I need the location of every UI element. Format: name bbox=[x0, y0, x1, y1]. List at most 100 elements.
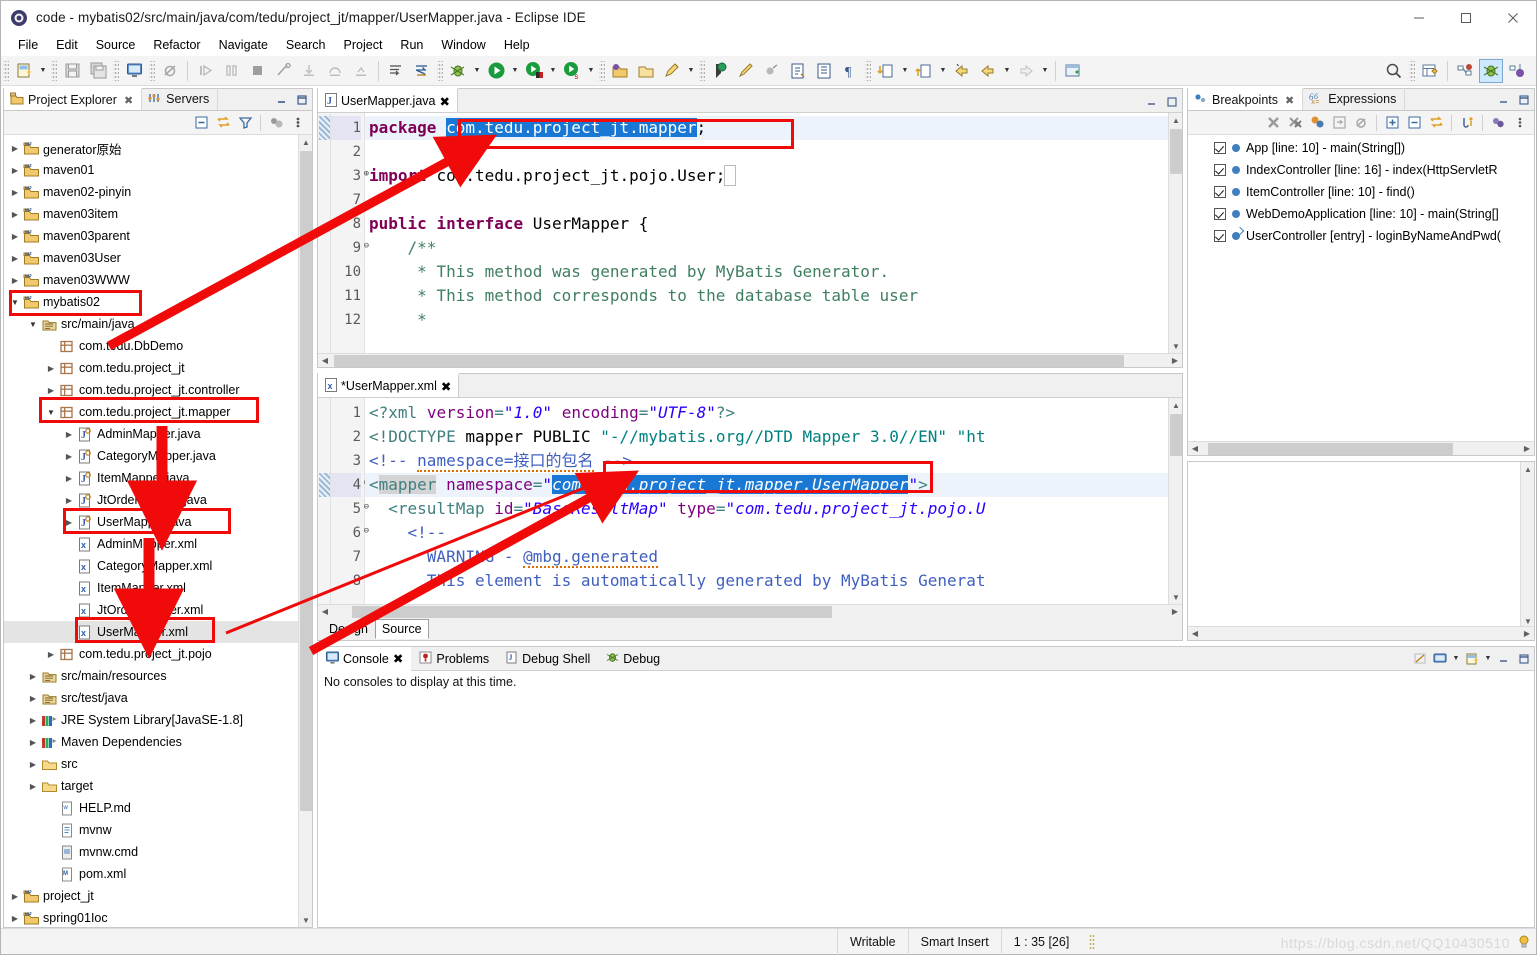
tree-item-usermapper-java[interactable]: ▶ J UserMapper.java bbox=[4, 511, 312, 533]
xml-vertical-scrollbar[interactable]: ▲ ▼ bbox=[1168, 398, 1182, 604]
debug-perspective-icon[interactable] bbox=[1479, 58, 1503, 83]
filter-icon[interactable] bbox=[235, 113, 255, 133]
chevron-right-icon[interactable]: ▶ bbox=[26, 738, 40, 747]
scroll-right-icon[interactable]: ▶ bbox=[1520, 627, 1534, 641]
scroll-up-icon[interactable]: ▲ bbox=[299, 135, 312, 149]
tree-item-maven02-pinyin[interactable]: ▶ M Jmaven02-pinyin bbox=[4, 181, 312, 203]
tree-item-pom-xml[interactable]: Mpom.xml bbox=[4, 863, 312, 885]
chevron-right-icon[interactable]: ▶ bbox=[26, 782, 40, 791]
code-line[interactable]: import com.tedu.project_jt.pojo.User; bbox=[365, 164, 1168, 188]
show-in-editor-icon[interactable] bbox=[1329, 113, 1349, 133]
scroll-down-icon[interactable]: ▼ bbox=[299, 913, 312, 927]
tree-item-maven01[interactable]: ▶ M Jmaven01 bbox=[4, 159, 312, 181]
scroll-right-icon[interactable]: ▶ bbox=[1168, 354, 1182, 368]
close-button[interactable] bbox=[1489, 1, 1536, 34]
tree-item-adminmapper-xml[interactable]: x AdminMapper.xml bbox=[4, 533, 312, 555]
xml-code-lines[interactable]: <?xml version="1.0" encoding="UTF-8"?> <!… bbox=[365, 398, 1168, 604]
project-tree[interactable]: ▲ ▼ ▶ M Jgenerator原始 ▶ M Jmaven01 ▶ M Jmaven02-p… bbox=[4, 135, 312, 927]
scroll-left-icon[interactable]: ◀ bbox=[1188, 442, 1202, 456]
forward-dropdown-icon[interactable]: ▼ bbox=[1039, 59, 1051, 83]
tree-item-maven-dependencies[interactable]: ▶ Maven Dependencies bbox=[4, 731, 312, 753]
tree-item-src-main-java[interactable]: ▼ src/main/java bbox=[4, 313, 312, 335]
scroll-left-icon[interactable]: ◀ bbox=[1188, 627, 1202, 641]
link-with-editor-icon[interactable] bbox=[213, 113, 233, 133]
chevron-right-icon[interactable]: ▶ bbox=[62, 430, 76, 439]
toolbar-grip-4[interactable] bbox=[149, 60, 155, 81]
chevron-right-icon[interactable]: ▶ bbox=[8, 892, 22, 901]
scroll-thumb[interactable] bbox=[300, 151, 312, 811]
code-line[interactable]: This element is automatically generated … bbox=[365, 569, 1168, 593]
breakpoint-checkbox[interactable] bbox=[1214, 208, 1226, 220]
menu-navigate[interactable]: Navigate bbox=[210, 35, 277, 55]
chevron-right-icon[interactable]: ▶ bbox=[26, 672, 40, 681]
toolbar-grip-5[interactable] bbox=[437, 60, 443, 81]
chevron-right-icon[interactable]: ▶ bbox=[8, 210, 22, 219]
tab-debug[interactable]: Debug bbox=[598, 647, 668, 671]
toolbar-grip-7[interactable] bbox=[699, 60, 705, 81]
code-line[interactable]: * This method was generated by MyBatis G… bbox=[365, 260, 1168, 284]
toolbar-grip-2[interactable] bbox=[51, 60, 57, 81]
chevron-right-icon[interactable]: ▶ bbox=[8, 166, 22, 175]
open-task-icon[interactable] bbox=[786, 59, 810, 83]
next-member-dropdown-icon[interactable]: ▼ bbox=[899, 59, 911, 83]
chevron-right-icon[interactable]: ▶ bbox=[26, 694, 40, 703]
menu-run[interactable]: Run bbox=[391, 35, 432, 55]
show-whitespace-icon[interactable] bbox=[812, 59, 836, 83]
toolbar-grip-8[interactable] bbox=[865, 60, 871, 81]
maximize-view-button[interactable] bbox=[1514, 90, 1534, 110]
breakpoint-row[interactable]: UserController [entry] - loginByNameAndP… bbox=[1188, 225, 1534, 247]
scroll-right-icon[interactable]: ▶ bbox=[1520, 442, 1534, 456]
tree-item-maven03www[interactable]: ▶ M Jmaven03WWW bbox=[4, 269, 312, 291]
minimize-view-button[interactable] bbox=[1494, 649, 1514, 669]
menu-source[interactable]: Source bbox=[87, 35, 145, 55]
toolbar-grip-9[interactable] bbox=[1409, 60, 1415, 81]
scroll-thumb[interactable] bbox=[1208, 443, 1453, 455]
run-coverage-dropdown-icon[interactable]: ▼ bbox=[585, 59, 597, 83]
link-debug-view-icon[interactable] bbox=[1307, 113, 1327, 133]
prev-member-dropdown-icon[interactable]: ▼ bbox=[937, 59, 949, 83]
scroll-thumb[interactable] bbox=[1170, 414, 1182, 456]
tree-item-mybatis02[interactable]: ▼ M Jmybatis02 bbox=[4, 291, 312, 313]
chevron-right-icon[interactable]: ▶ bbox=[8, 232, 22, 241]
tab-expressions[interactable]: 6 6 x= Expressions bbox=[1303, 88, 1406, 110]
code-line[interactable]: <resultMap id="BaseResultMap" type="com.… bbox=[365, 497, 1168, 521]
back-dropdown-icon[interactable]: ▼ bbox=[1001, 59, 1013, 83]
open-type-icon[interactable] bbox=[634, 59, 658, 83]
tip-of-the-day-icon[interactable] bbox=[1518, 935, 1530, 949]
code-line[interactable]: package com.tedu.project_jt.mapper; bbox=[365, 116, 1168, 140]
scroll-left-icon[interactable]: ◀ bbox=[318, 354, 332, 368]
tab-usermapper-xml[interactable]: x *UserMapper.xml ✖ bbox=[318, 373, 460, 397]
java-editor-minimize-icon[interactable] bbox=[1142, 92, 1162, 112]
java-marker-column[interactable] bbox=[318, 113, 331, 353]
forward-history-icon[interactable] bbox=[976, 59, 1000, 83]
tree-item-spring01ioc[interactable]: ▶ M Jspring01Ioc bbox=[4, 907, 312, 927]
code-line[interactable]: /** bbox=[365, 236, 1168, 260]
expressions-view-body[interactable]: ▲ ▼ ◀ ▶ bbox=[1187, 461, 1535, 641]
toolbar-grip-6[interactable] bbox=[599, 60, 605, 81]
tree-item-maven03item[interactable]: ▶ M Jmaven03item bbox=[4, 203, 312, 225]
project-tree-scrollbar[interactable]: ▲ ▼ bbox=[298, 135, 312, 927]
new-java-project-icon[interactable] bbox=[608, 59, 632, 83]
tree-item-categorymapper-java[interactable]: ▶ J CategoryMapper.java bbox=[4, 445, 312, 467]
tab-servers[interactable]: Servers bbox=[142, 88, 219, 110]
breakpoint-row[interactable]: WebDemoApplication [line: 10] - main(Str… bbox=[1188, 203, 1534, 225]
chevron-right-icon[interactable]: ▶ bbox=[62, 474, 76, 483]
scroll-thumb[interactable] bbox=[352, 606, 832, 618]
tab-debug-shell[interactable]: J Debug Shell bbox=[497, 647, 598, 671]
new-wizard-icon[interactable] bbox=[12, 59, 36, 83]
pin-editor-icon[interactable] bbox=[1061, 59, 1085, 83]
close-icon[interactable]: ✖ bbox=[441, 379, 451, 394]
close-icon[interactable]: ✖ bbox=[393, 651, 403, 666]
save-all-icon[interactable] bbox=[86, 59, 110, 83]
run-coverage-icon[interactable]: s bbox=[560, 59, 584, 83]
skip-all-breakpoints-icon[interactable] bbox=[1351, 113, 1371, 133]
scroll-down-icon[interactable]: ▼ bbox=[1169, 339, 1182, 353]
code-line[interactable] bbox=[365, 140, 1168, 164]
chevron-right-icon[interactable]: ▶ bbox=[26, 760, 40, 769]
tree-item-categorymapper-xml[interactable]: x CategoryMapper.xml bbox=[4, 555, 312, 577]
breakpoint-checkbox[interactable] bbox=[1214, 230, 1226, 242]
scroll-up-icon[interactable]: ▲ bbox=[1521, 462, 1535, 476]
tree-item-target[interactable]: ▶ target bbox=[4, 775, 312, 797]
view-menu-icon[interactable] bbox=[288, 113, 308, 133]
breakpoints-list[interactable]: App [line: 10] - main(String[]) IndexCont… bbox=[1188, 135, 1534, 441]
